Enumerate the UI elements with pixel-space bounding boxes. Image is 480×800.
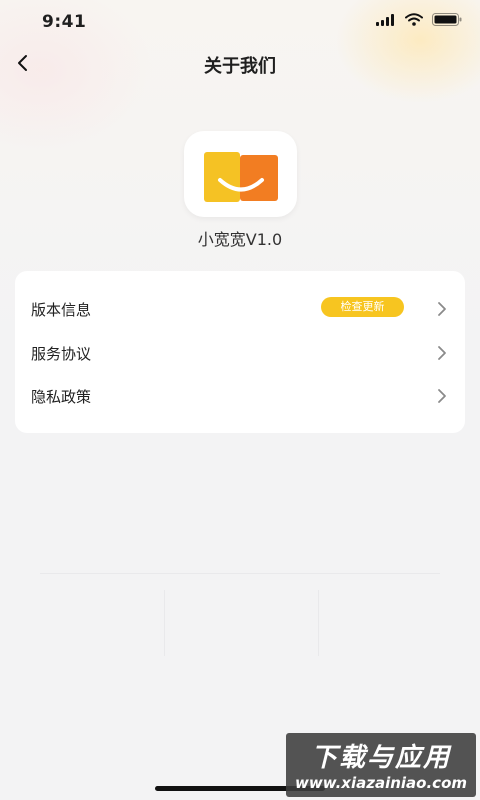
menu-item-label: 服务协议 bbox=[31, 345, 92, 363]
page-title: 关于我们 bbox=[204, 56, 276, 77]
chevron-right-icon bbox=[438, 346, 446, 360]
status-icons bbox=[376, 13, 462, 26]
watermark: 下载与应用 www.xiazainiao.com bbox=[286, 733, 476, 797]
faint-divider bbox=[164, 590, 165, 656]
battery-icon bbox=[432, 13, 462, 26]
wifi-icon bbox=[405, 13, 423, 26]
app-version-label: 小宽宽V1.0 bbox=[197, 230, 283, 249]
menu-item-service-agreement[interactable]: 服务协议 bbox=[15, 333, 465, 373]
status-bar: 9:41 bbox=[0, 0, 480, 46]
faint-divider bbox=[318, 590, 319, 656]
watermark-url-text: www.xiazainiao.com bbox=[294, 774, 468, 792]
watermark-main-text: 下载与应用 bbox=[310, 743, 451, 773]
app-logo bbox=[184, 131, 297, 217]
check-update-button[interactable]: 检查更新 bbox=[321, 297, 404, 317]
menu-item-version-info[interactable]: 版本信息 检查更新 bbox=[15, 289, 465, 329]
faint-divider bbox=[40, 573, 440, 574]
signal-icon bbox=[376, 13, 394, 26]
menu-item-label: 版本信息 bbox=[31, 301, 92, 319]
smile-icon bbox=[218, 178, 264, 192]
menu-item-label: 隐私政策 bbox=[31, 388, 92, 406]
status-time: 9:41 bbox=[42, 12, 87, 32]
about-menu-card: 版本信息 检查更新 服务协议 隐私政策 bbox=[15, 271, 465, 433]
chevron-right-icon bbox=[438, 302, 446, 316]
chevron-right-icon bbox=[438, 389, 446, 403]
top-navigation: 关于我们 bbox=[0, 46, 480, 82]
menu-item-privacy-policy[interactable]: 隐私政策 bbox=[15, 376, 465, 416]
